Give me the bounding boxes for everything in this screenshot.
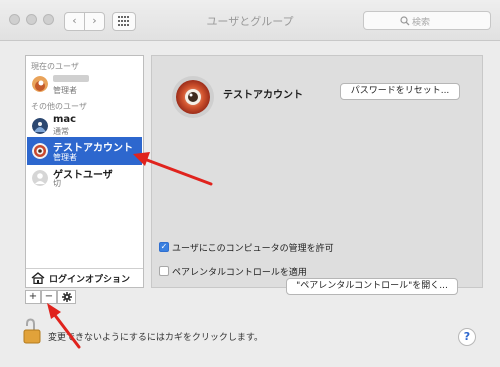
arrowhead (133, 152, 150, 166)
arrow-to-remove-button (52, 312, 81, 349)
arrowhead (47, 303, 61, 319)
annotation-arrows (47, 152, 213, 349)
arrow-to-test-account (145, 158, 213, 186)
